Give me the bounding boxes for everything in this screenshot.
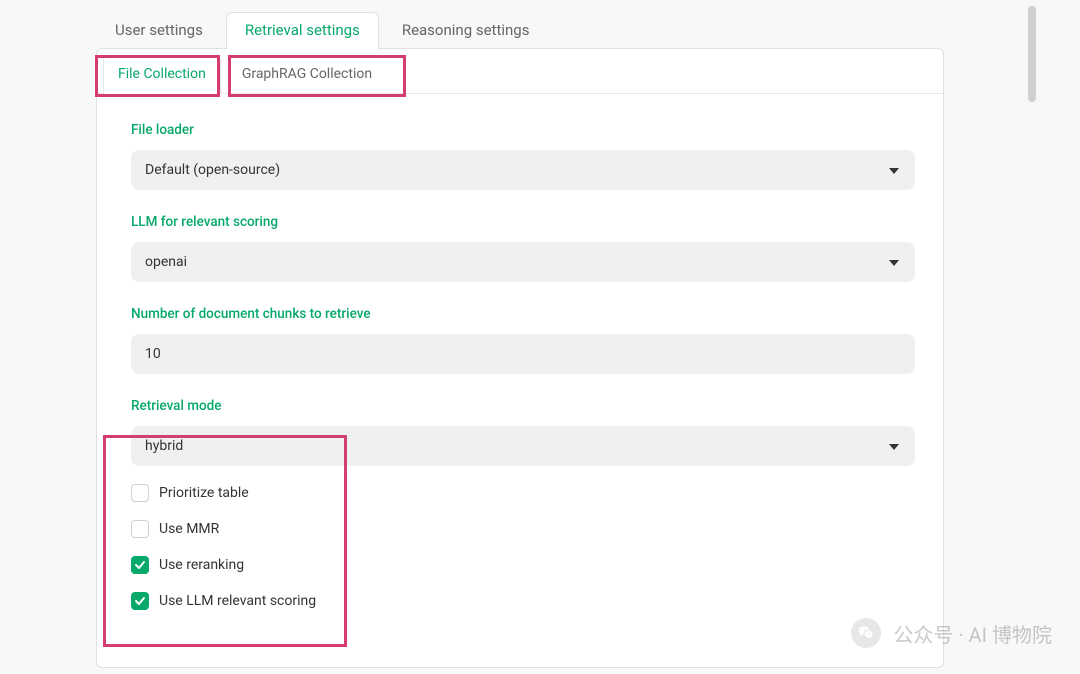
select-llm-scoring[interactable]: openai [131, 242, 915, 282]
tab-reasoning-settings[interactable]: Reasoning settings [383, 12, 549, 48]
form-area: File loader Default (open-source) LLM fo… [97, 94, 943, 648]
checkbox-use-reranking[interactable]: Use reranking [131, 556, 915, 574]
tab-retrieval-settings[interactable]: Retrieval settings [226, 12, 379, 49]
tab-user-settings[interactable]: User settings [96, 12, 222, 48]
checkmark-icon [131, 592, 149, 610]
checkbox-use-mmr[interactable]: Use MMR [131, 520, 915, 538]
checkbox-label: Prioritize table [159, 485, 249, 501]
settings-panel: File Collection GraphRAG Collection File… [96, 48, 944, 668]
select-file-loader[interactable]: Default (open-source) [131, 150, 915, 190]
checkbox-label: Use MMR [159, 521, 219, 537]
sub-tabs: File Collection GraphRAG Collection [97, 49, 943, 94]
checkbox-icon [131, 520, 149, 538]
top-tabs: User settings Retrieval settings Reasoni… [0, 12, 1040, 48]
subtab-file-collection[interactable]: File Collection [103, 55, 221, 94]
checkmark-icon [131, 556, 149, 574]
checkbox-label: Use reranking [159, 557, 244, 573]
checkbox-icon [131, 484, 149, 502]
label-file-loader: File loader [131, 122, 915, 138]
label-llm-scoring: LLM for relevant scoring [131, 214, 915, 230]
label-num-chunks: Number of document chunks to retrieve [131, 306, 915, 322]
subtab-graphrag-collection[interactable]: GraphRAG Collection [227, 55, 387, 93]
watermark-text: 公众号 · AI 博物院 [893, 619, 1052, 648]
wechat-icon [851, 618, 881, 648]
label-retrieval-mode: Retrieval mode [131, 398, 915, 414]
input-num-chunks[interactable]: 10 [131, 334, 915, 374]
checkbox-label: Use LLM relevant scoring [159, 593, 316, 609]
checkbox-prioritize-table[interactable]: Prioritize table [131, 484, 915, 502]
watermark: 公众号 · AI 博物院 [851, 618, 1052, 648]
select-retrieval-mode[interactable]: hybrid [131, 426, 915, 466]
checkbox-use-llm-scoring[interactable]: Use LLM relevant scoring [131, 592, 915, 610]
